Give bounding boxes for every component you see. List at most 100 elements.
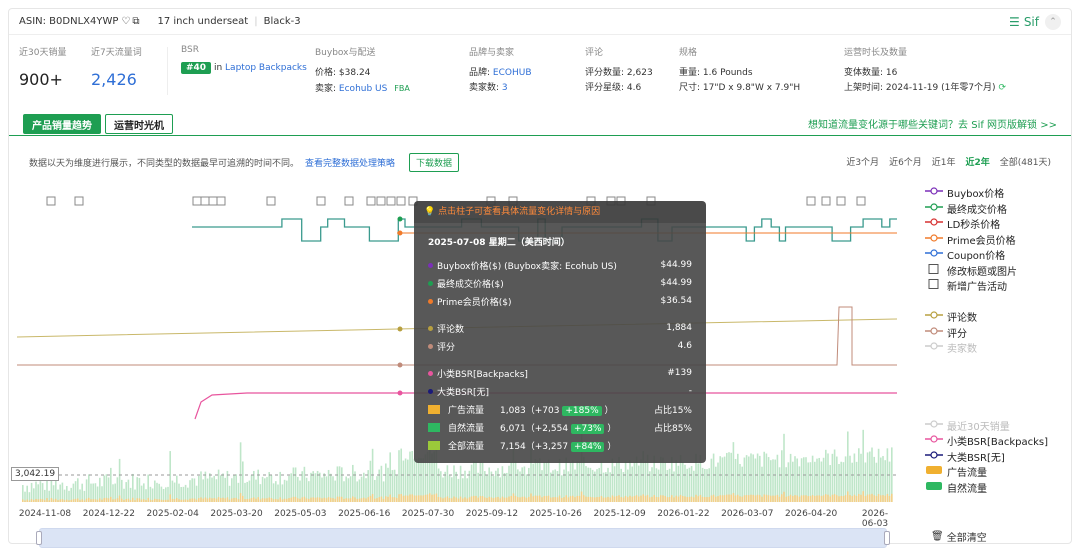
ad-traffic-bar (44, 500, 46, 502)
ad-traffic-bar (189, 498, 191, 502)
hover-point (397, 390, 403, 396)
ad-traffic-bar (272, 499, 275, 502)
ad-traffic-bar (209, 497, 211, 502)
promo-link[interactable]: 想知道流量变化源于哪些关键词？去 Sif 网页版解锁 >> (808, 116, 1057, 131)
traffic7-value[interactable]: 2,426 (91, 70, 142, 89)
series-dot (428, 298, 433, 304)
ad-traffic-bar (836, 495, 838, 502)
legend-item[interactable]: 最终成交价格 (925, 201, 1048, 217)
brand-link[interactable]: ECOHUB (493, 68, 532, 78)
legend-item[interactable]: 新增广告活动 (925, 278, 1048, 294)
range-1y[interactable]: 近1年 (932, 155, 956, 168)
policy-link[interactable]: 查看完整数据处理策略 (305, 156, 395, 169)
ad-traffic-bar (286, 498, 288, 502)
range-all[interactable]: 全部(481天) (1000, 155, 1051, 168)
listed-key: 上架时间: (844, 83, 884, 93)
ad-traffic-bar (68, 500, 70, 502)
ad-traffic-bar (684, 496, 686, 502)
ad-traffic-bar (90, 499, 92, 502)
legend-item[interactable]: 卖家数 (925, 340, 1048, 356)
tooltip-series-value: $44.99 (660, 278, 693, 288)
ad-traffic-bar (391, 497, 394, 502)
ad-traffic-bar (24, 500, 26, 502)
ad-traffic-bar (611, 495, 614, 502)
ad-traffic-bar (193, 498, 196, 502)
ad-traffic-bar (389, 494, 391, 502)
bsr-category-link[interactable]: Laptop Backpacks (225, 63, 307, 73)
bsr-stat: BSR #40 in Laptop Backpacks (181, 45, 307, 74)
tooltip-header: 💡 点击柱子可查看具体流量变化详情与原因 (414, 201, 706, 223)
ad-traffic-bar (561, 497, 563, 502)
clear-all-button[interactable]: 🗑 全部清空 (931, 529, 987, 544)
ad-traffic-bar (847, 491, 849, 502)
y-marker-label: 3,042.19 (11, 467, 60, 481)
legend-item (925, 356, 1048, 372)
legend-item[interactable]: 评分 (925, 325, 1048, 341)
download-button[interactable]: 下载数据 (409, 153, 460, 172)
ad-traffic-bar (506, 497, 508, 502)
ad-traffic-bar (101, 499, 103, 502)
ad-traffic-bar (594, 497, 596, 502)
series-dot (428, 280, 433, 286)
x-tick-label: 2025-03-20 (210, 509, 263, 519)
seller-link[interactable]: Ecohub US (339, 84, 387, 94)
ad-traffic-bar (596, 497, 598, 502)
ad-traffic-bar (587, 496, 589, 502)
ad-traffic-bar (723, 495, 726, 502)
range-3m[interactable]: 近3个月 (846, 155, 879, 168)
legend-item[interactable]: 最近30天销量 (925, 418, 1048, 434)
legend-item[interactable]: Prime会员价格 (925, 232, 1048, 248)
traffic-bar (488, 467, 490, 502)
ad-traffic-bar (589, 496, 592, 502)
ad-traffic-bar (873, 495, 875, 502)
refresh-icon[interactable]: ⟳ (998, 83, 1006, 93)
x-tick-label: 2025-05-03 (274, 509, 327, 519)
ad-traffic-bar (607, 496, 609, 502)
ad-traffic-bar (602, 497, 605, 502)
ad-traffic-bar (429, 493, 431, 502)
range-2y[interactable]: 近2年 (966, 155, 990, 168)
copy-icon[interactable]: ⧉ (132, 16, 139, 27)
ad-traffic-bar (818, 495, 820, 502)
legend-item[interactable]: 自然流量 (925, 480, 1048, 496)
legend-item[interactable]: 大类BSR[无] (925, 449, 1048, 465)
slider-handle-left[interactable] (36, 531, 42, 545)
ad-traffic-bar (374, 498, 376, 502)
heart-icon[interactable]: ♡ (121, 16, 130, 27)
legend-item[interactable]: 小类BSR[Backpacks] (925, 433, 1048, 449)
legend-label: Prime会员价格 (947, 235, 1016, 247)
event-marker-icon (396, 196, 406, 206)
ad-traffic-bar (37, 499, 39, 502)
legend-item[interactable]: Buybox价格 (925, 185, 1048, 201)
ad-traffic-bar (420, 495, 422, 502)
ad-traffic-bar (220, 497, 222, 502)
traffic-close: ） (601, 405, 614, 416)
legend-item[interactable]: 广告流量 (925, 464, 1048, 480)
legend-item[interactable]: 评论数 (925, 309, 1048, 325)
bsr-label: BSR (181, 45, 199, 55)
ad-traffic-bar (613, 496, 616, 502)
traffic-value: 6,071（+2,554 +73% ） (500, 421, 618, 434)
legend-label: 修改标题或图片 (947, 266, 1017, 278)
range-6m[interactable]: 近6个月 (889, 155, 922, 168)
slider-handle-right[interactable] (884, 531, 890, 545)
ad-traffic-bar (660, 495, 662, 502)
legend-item[interactable]: LD秒杀价格 (925, 216, 1048, 232)
tab-sales-trend[interactable]: 产品销量趋势 (23, 114, 101, 134)
tooltip-series-name: Prime会员价格($) (437, 297, 512, 308)
legend-item[interactable]: 修改标题或图片 (925, 263, 1048, 279)
ad-traffic-bar (759, 495, 761, 502)
sif-brand[interactable]: ☰ Sif (1009, 15, 1039, 29)
sellers-link[interactable]: 3 (502, 83, 508, 93)
ad-traffic-bar (299, 498, 301, 502)
tooltip-series-value: 4.6 (677, 341, 692, 351)
ad-traffic-bar (622, 497, 625, 502)
legend-item[interactable]: Coupon价格 (925, 247, 1048, 263)
range-slider[interactable] (36, 528, 890, 548)
collapse-button[interactable]: ⌃ (1045, 14, 1061, 30)
tab-time-machine[interactable]: 运营时光机 (105, 114, 173, 134)
ad-traffic-bar (162, 500, 165, 502)
ad-traffic-bar (237, 499, 240, 502)
ad-traffic-bar (600, 495, 603, 502)
event-marker-icon (836, 196, 846, 206)
